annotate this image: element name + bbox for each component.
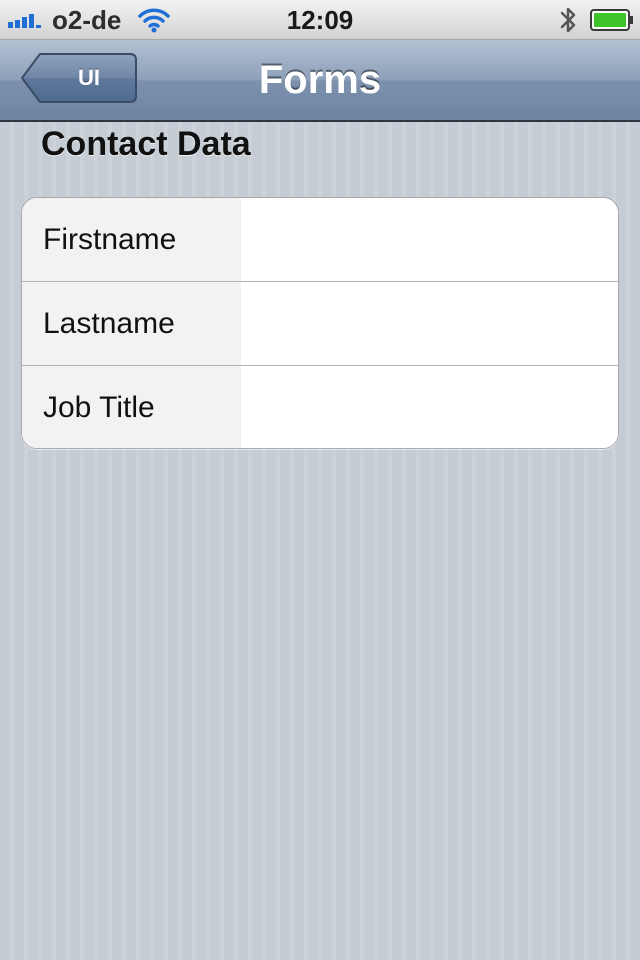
job-title-label: Job Title	[22, 366, 241, 448]
contact-form-group: Firstname Lastname Job Title	[21, 197, 619, 449]
lastname-field[interactable]	[241, 282, 618, 365]
firstname-field[interactable]	[241, 198, 618, 281]
battery-icon	[590, 9, 633, 31]
form-row-lastname: Lastname	[22, 282, 618, 366]
section-header: Contact Data	[41, 125, 251, 163]
bluetooth-icon	[560, 7, 576, 33]
form-row-firstname: Firstname	[22, 198, 618, 282]
status-time: 12:09	[286, 5, 354, 35]
firstname-label: Firstname	[22, 198, 241, 281]
lastname-label: Lastname	[22, 282, 241, 365]
job-title-field[interactable]	[241, 366, 618, 448]
page-title: Forms	[258, 58, 382, 102]
status-bar: o2-de 12:09	[0, 0, 640, 40]
navigation-bar: UI Forms	[0, 40, 640, 122]
form-row-job-title: Job Title	[22, 366, 618, 448]
